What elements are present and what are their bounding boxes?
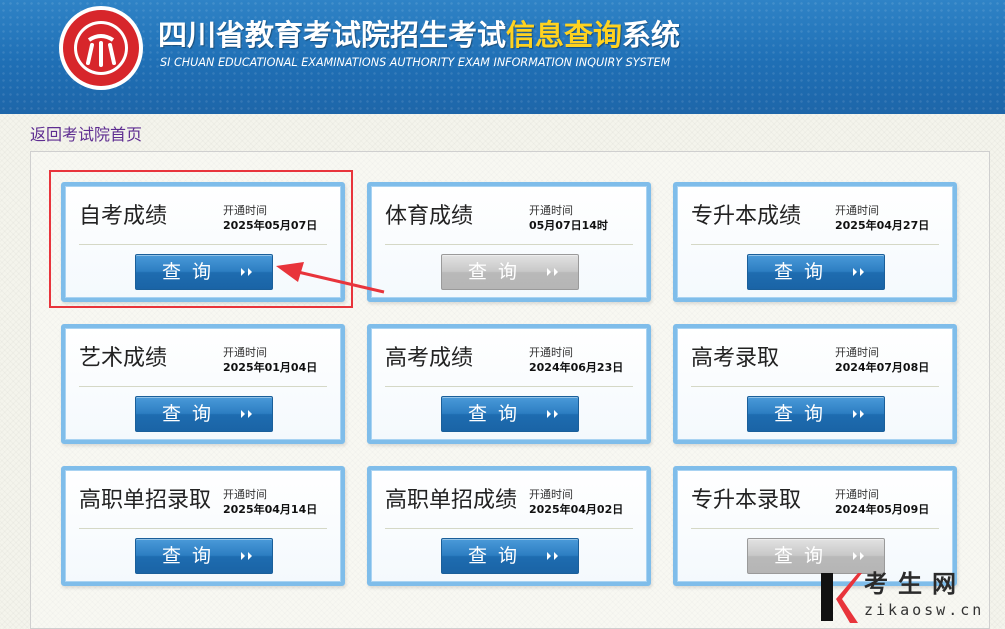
query-button-label: 查询 <box>162 545 223 567</box>
annotation-arrow-icon <box>276 262 385 294</box>
open-time-date: 05月07日14时 <box>529 219 608 232</box>
query-button-label: 查询 <box>774 261 835 283</box>
card-divider <box>385 386 633 387</box>
card-title: 专升本成绩 <box>691 204 802 229</box>
double-chevron-right-icon <box>547 268 558 276</box>
watermark: 考生网 zikaosw.cn <box>818 569 998 627</box>
site-header: 四川省教育考试院招生考试信息查询系统 SI CHUAN EDUCATIONAL … <box>0 0 1005 114</box>
query-card: 专升本成绩 开通时间 2025年04月27日查询 <box>673 182 957 302</box>
query-button-label: 查询 <box>468 403 529 425</box>
query-button-label: 查询 <box>162 403 223 425</box>
query-button[interactable]: 查询 <box>135 538 273 574</box>
query-button[interactable]: 查询 <box>747 396 885 432</box>
query-button[interactable]: 查询 <box>441 538 579 574</box>
open-time-date: 2025年01月04日 <box>223 361 318 374</box>
card-title: 高考录取 <box>691 346 780 371</box>
watermark-cn: 考生网 <box>864 570 966 598</box>
query-button-label: 查询 <box>468 545 529 567</box>
open-time-label: 开通时间 <box>835 346 879 359</box>
card-title: 艺术成绩 <box>79 346 168 371</box>
open-time-label: 开通时间 <box>835 488 879 501</box>
query-button[interactable]: 查询 <box>441 396 579 432</box>
open-time-date: 2025年04月27日 <box>835 219 930 232</box>
open-time-label: 开通时间 <box>835 204 879 217</box>
site-title: 四川省教育考试院招生考试信息查询系统 <box>158 18 681 52</box>
exam-authority-logo <box>59 6 143 90</box>
card-divider <box>691 528 939 529</box>
card-title: 高职单招成绩 <box>385 488 518 513</box>
double-chevron-right-icon <box>547 410 558 418</box>
double-chevron-right-icon <box>853 268 864 276</box>
k-logo-icon <box>821 573 862 623</box>
site-subtitle: SI CHUAN EDUCATIONAL EXAMINATIONS AUTHOR… <box>160 56 671 69</box>
card-divider <box>385 244 633 245</box>
open-time-label: 开通时间 <box>529 204 573 217</box>
card-divider <box>691 244 939 245</box>
query-button-label: 查询 <box>774 545 835 567</box>
query-card: 高考成绩 开通时间 2024年06月23日查询 <box>367 324 651 444</box>
watermark-en: zikaosw.cn <box>864 601 985 619</box>
query-button-label: 查询 <box>468 261 529 283</box>
query-button[interactable]: 查询 <box>135 396 273 432</box>
site-title-highlight: 信息查询 <box>506 18 623 52</box>
card-divider <box>691 386 939 387</box>
open-time-date: 2024年05月09日 <box>835 503 930 516</box>
query-card: 高职单招成绩 开通时间 2025年04月02日查询 <box>367 466 651 586</box>
card-divider <box>79 528 327 529</box>
card-divider <box>385 528 633 529</box>
double-chevron-right-icon <box>241 410 252 418</box>
query-card: 高考录取 开通时间 2024年07月08日查询 <box>673 324 957 444</box>
open-time-label: 开通时间 <box>529 488 573 501</box>
double-chevron-right-icon <box>241 552 252 560</box>
double-chevron-right-icon <box>547 552 558 560</box>
open-time-date: 2025年04月02日 <box>529 503 624 516</box>
query-card: 艺术成绩 开通时间 2025年01月04日查询 <box>61 324 345 444</box>
open-time-label: 开通时间 <box>223 488 267 501</box>
card-title: 体育成绩 <box>385 204 474 229</box>
open-time-label: 开通时间 <box>223 346 267 359</box>
card-divider <box>79 386 327 387</box>
open-time-date: 2024年06月23日 <box>529 361 624 374</box>
card-title: 高考成绩 <box>385 346 474 371</box>
query-button-label: 查询 <box>774 403 835 425</box>
open-time-date: 2024年07月08日 <box>835 361 930 374</box>
query-button: 查询 <box>441 254 579 290</box>
open-time-date: 2025年04月14日 <box>223 503 318 516</box>
query-card: 专升本录取 开通时间 2024年05月09日查询 <box>673 466 957 586</box>
query-card: 高职单招录取 开通时间 2025年04月14日查询 <box>61 466 345 586</box>
back-to-home-link[interactable]: 返回考试院首页 <box>30 124 142 146</box>
double-chevron-right-icon <box>853 410 864 418</box>
card-title: 专升本录取 <box>691 488 802 513</box>
query-card: 体育成绩 开通时间 05月07日14时查询 <box>367 182 651 302</box>
double-chevron-right-icon <box>853 552 864 560</box>
query-button[interactable]: 查询 <box>747 254 885 290</box>
open-time-label: 开通时间 <box>529 346 573 359</box>
card-title: 高职单招录取 <box>79 488 212 513</box>
